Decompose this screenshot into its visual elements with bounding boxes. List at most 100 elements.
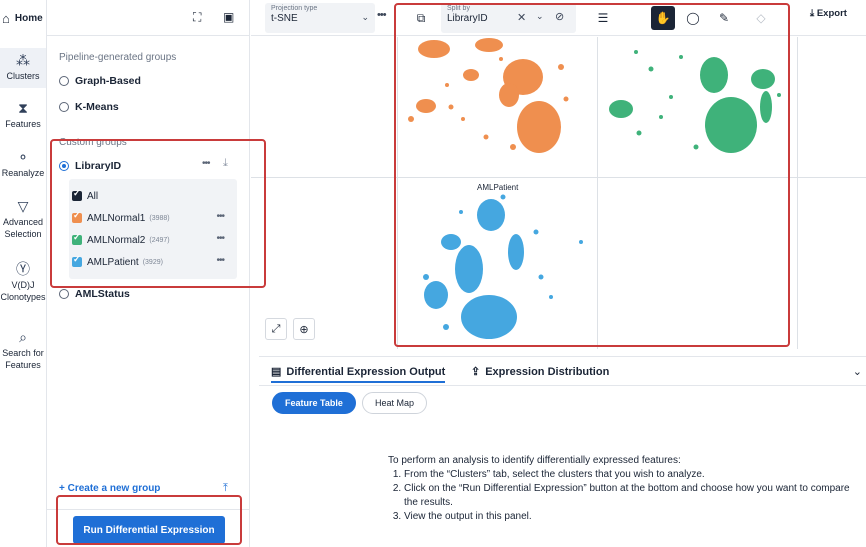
projection-type-select[interactable]: Projection type t-SNE ⌄ <box>265 3 375 33</box>
table-icon: ▤ <box>271 366 282 378</box>
checkbox-amlpatient[interactable] <box>72 254 82 267</box>
clear-icon[interactable]: ✕ <box>517 11 526 24</box>
rail-item-label: V(D)J Clonotypes <box>0 280 46 302</box>
pan-hand-icon[interactable]: ✋ <box>651 6 675 30</box>
clonotype-icon: Ⓨ <box>16 261 30 277</box>
split-by-value: LibraryID <box>447 13 488 24</box>
more-options-icon[interactable]: ••• <box>202 158 210 169</box>
rail-item-label: Reanalyze <box>1 168 45 178</box>
cluster-amlpatient <box>423 194 583 339</box>
more-options-icon[interactable]: ••• <box>216 211 224 222</box>
plot-toolbar: Projection type t-SNE ⌄ ••• ⧉ Split by L… <box>251 0 866 36</box>
checkbox-amlnormal2[interactable] <box>72 232 82 245</box>
instructions: To perform an analysis to identify diffe… <box>388 454 858 524</box>
left-rail: ⁂ Clusters ⧗ Features ⚬ Reanalyze ▽ Adva… <box>0 0 47 547</box>
rail-item-reanalyze[interactable]: ⚬ Reanalyze <box>0 148 46 179</box>
download-icon: ⤓ <box>810 8 815 19</box>
split-view-icon[interactable]: ⧉ <box>409 6 433 30</box>
output-panel: ▤ Differential Expression Output ⇪ Expre… <box>259 356 866 547</box>
reanalyze-icon: ⚬ <box>17 149 29 165</box>
more-options-icon[interactable]: ••• <box>377 9 387 21</box>
groups-panel: Pipeline-generated groups Graph-Based K-… <box>47 36 250 547</box>
clusters-icon: ⁂ <box>16 52 30 68</box>
all-label: All <box>87 190 99 202</box>
member-label: AMLNormal1 <box>87 212 146 224</box>
save-icon[interactable]: ▣ <box>223 10 234 24</box>
radio-button[interactable] <box>59 161 69 171</box>
visibility-off-icon[interactable]: ⊘ <box>555 10 564 23</box>
scatter-clusters <box>408 38 781 339</box>
brush-icon[interactable]: ✎ <box>712 6 736 30</box>
member-row-amlpatient[interactable]: AMLPatient (3929) ••• <box>72 252 236 272</box>
lasso-icon[interactable]: ◯ <box>681 6 705 30</box>
member-row-amlnormal1[interactable]: AMLNormal1 (3988) ••• <box>72 208 236 228</box>
rail-item-search-features[interactable]: ⌕ Search for Features <box>0 328 46 371</box>
rail-item-features[interactable]: ⧗ Features <box>0 99 46 130</box>
collapse-icon[interactable]: ⌄ <box>853 365 862 378</box>
group-label: LibraryID <box>75 160 122 172</box>
run-differential-expression-button[interactable]: Run Differential Expression <box>73 516 225 544</box>
tab-label: Differential Expression Output <box>286 365 446 378</box>
fit-view-icon[interactable]: ⤢ <box>265 318 287 340</box>
feature-table-button[interactable]: Feature Table <box>272 392 356 414</box>
eraser-icon[interactable]: ◇ <box>749 6 773 30</box>
tab-expression-distribution[interactable]: ⇪ Expression Distribution <box>471 365 610 379</box>
rail-item-vdj-clonotypes[interactable]: Ⓨ V(D)J Clonotypes <box>0 260 46 303</box>
member-label: AMLPatient <box>87 256 139 268</box>
panel-topbar: ⛶ ▣ <box>47 0 250 36</box>
download-icon[interactable]: ⤓ <box>223 157 228 170</box>
hourglass-icon: ⧗ <box>18 100 28 116</box>
radio-button[interactable] <box>59 76 69 86</box>
instruction-step: From the “Clusters” tab, select the clus… <box>404 468 858 482</box>
chevron-down-icon[interactable]: ⌄ <box>536 11 544 22</box>
more-options-icon[interactable]: ••• <box>216 255 224 266</box>
zoom-in-icon[interactable]: ⊕ <box>293 318 315 340</box>
split-by-select[interactable]: Split by LibraryID ✕ ⌄ ⊘ <box>441 3 576 33</box>
divider <box>259 385 866 386</box>
group-members-box: All AMLNormal1 (3988) ••• AMLNormal2 (24… <box>69 179 237 279</box>
member-label: AMLNormal2 <box>87 234 146 246</box>
more-options-icon[interactable]: ••• <box>216 233 224 244</box>
projection-type-value: t-SNE <box>271 13 298 24</box>
select-all-row[interactable]: All <box>72 186 236 206</box>
group-radio-libraryid[interactable]: LibraryID <box>59 160 121 172</box>
rail-item-advanced-selection[interactable]: ▽ Advanced Selection <box>0 197 46 240</box>
custom-groups-title: Custom groups <box>59 137 127 148</box>
rail-item-clusters[interactable]: ⁂ Clusters <box>0 48 46 88</box>
group-label: AMLStatus <box>75 288 130 300</box>
checkbox-amlnormal1[interactable] <box>72 210 82 223</box>
tab-differential-expression-output[interactable]: ▤ Differential Expression Output <box>271 365 446 383</box>
member-count: (3988) <box>149 214 170 222</box>
expand-icon[interactable]: ⛶ <box>193 10 201 25</box>
filter-icon: ▽ <box>17 198 29 214</box>
group-label: Graph-Based <box>75 75 141 87</box>
settings-sliders-icon[interactable]: ☰ <box>591 6 615 30</box>
checkbox-all[interactable] <box>72 188 82 201</box>
group-radio-graph-based[interactable]: Graph-Based <box>59 75 141 87</box>
radio-button[interactable] <box>59 289 69 299</box>
member-count: (3929) <box>142 258 163 266</box>
heat-map-button[interactable]: Heat Map <box>362 392 428 414</box>
instruction-step: View the output in this panel. <box>404 510 858 524</box>
tab-label: Expression Distribution <box>485 365 610 378</box>
group-radio-k-means[interactable]: K-Means <box>59 101 119 113</box>
projection-type-label: Projection type <box>271 5 318 12</box>
create-new-group-link[interactable]: + Create a new group <box>59 483 160 494</box>
export-button[interactable]: ⤓ Export <box>810 8 847 19</box>
panel-label-amlpatient: AMLPatient <box>477 183 519 192</box>
rail-item-label: Features <box>5 119 41 129</box>
upload-icon[interactable]: ⤒ <box>223 482 228 495</box>
app-root: ⁂ Clusters ⧗ Features ⚬ Reanalyze ▽ Adva… <box>0 0 866 547</box>
divider <box>47 509 250 510</box>
radio-button[interactable] <box>59 102 69 112</box>
tsne-plot-area[interactable]: AMLPatient ⤢ ⊕ <box>251 37 866 349</box>
home-icon: ⌂ <box>2 10 10 26</box>
group-radio-amlstatus[interactable]: AMLStatus <box>59 288 130 300</box>
home-label: Home <box>14 12 43 24</box>
member-row-amlnormal2[interactable]: AMLNormal2 (2497) ••• <box>72 230 236 250</box>
split-by-label: Split by <box>447 5 470 12</box>
rail-item-label: Clusters <box>6 71 40 81</box>
instructions-steps: From the “Clusters” tab, select the clus… <box>388 468 858 524</box>
group-label: K-Means <box>75 101 119 113</box>
instruction-step: Click on the “Run Differential Expressio… <box>404 482 858 510</box>
